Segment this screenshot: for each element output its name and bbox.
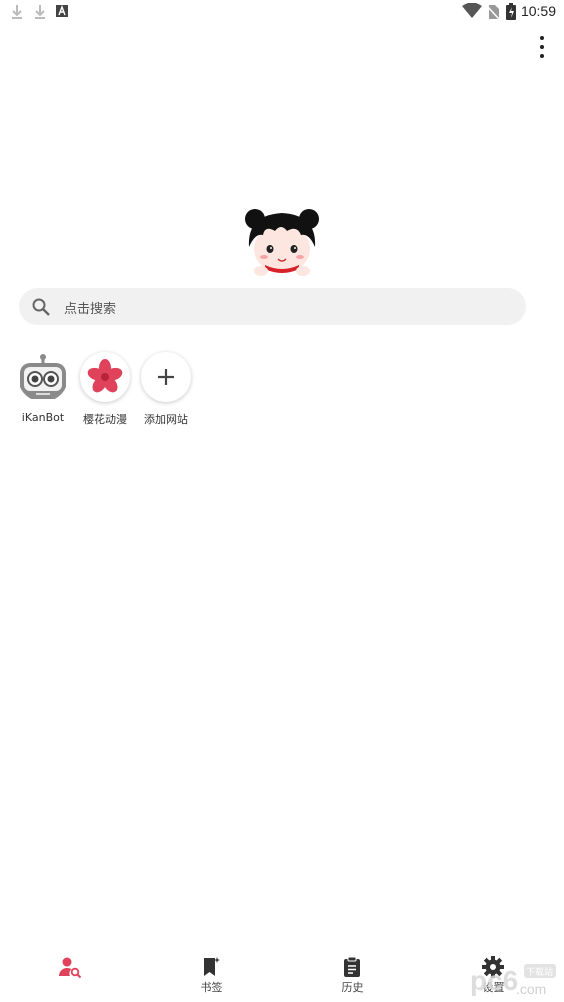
app-logo (245, 209, 319, 276)
nav-label: 书签 (200, 981, 223, 994)
sakura-flower-icon (87, 359, 123, 393)
svg-text:.com: .com (516, 981, 546, 997)
search-placeholder: 点击搜索 (64, 302, 117, 317)
robot-icon (20, 354, 66, 399)
shortcut-label: 樱花动漫 (83, 413, 127, 426)
battery-charging-icon (506, 3, 516, 20)
nav-item-history[interactable]: 历史 (282, 945, 423, 1002)
more-vert-icon[interactable] (530, 36, 554, 58)
status-bar: 10:59 (0, 0, 564, 24)
nav-label: 历史 (341, 981, 364, 994)
bookmark-icon (204, 957, 220, 976)
a-notification-icon (56, 5, 68, 17)
wifi-icon (462, 3, 482, 18)
svg-text:pc6: pc6 (470, 965, 518, 996)
clipboard-history-icon (344, 956, 360, 977)
plus-icon (158, 369, 174, 385)
shortcut-label: iKanBot (21, 411, 65, 424)
user-search-icon (59, 957, 82, 979)
nav-item-search[interactable] (0, 945, 141, 1002)
download-icon (35, 5, 45, 19)
search-icon (32, 298, 50, 316)
search-bar[interactable]: 点击搜索 (19, 288, 526, 325)
svg-text:下载站: 下载站 (526, 966, 553, 978)
shortcut-label: 添加网站 (144, 413, 188, 426)
no-sim-icon (486, 5, 500, 20)
shortcut-ikanbot[interactable]: iKanBot (13, 352, 73, 424)
clock: 10:59 (520, 3, 556, 19)
pc6-watermark: pc6 .com 下载站 (470, 964, 556, 997)
nav-item-bookmarks[interactable]: 书签 (141, 945, 282, 1002)
add-website-button[interactable]: 添加网站 (136, 352, 196, 427)
download-icon (12, 5, 22, 19)
shortcut-sakura[interactable]: 樱花动漫 (75, 352, 135, 427)
